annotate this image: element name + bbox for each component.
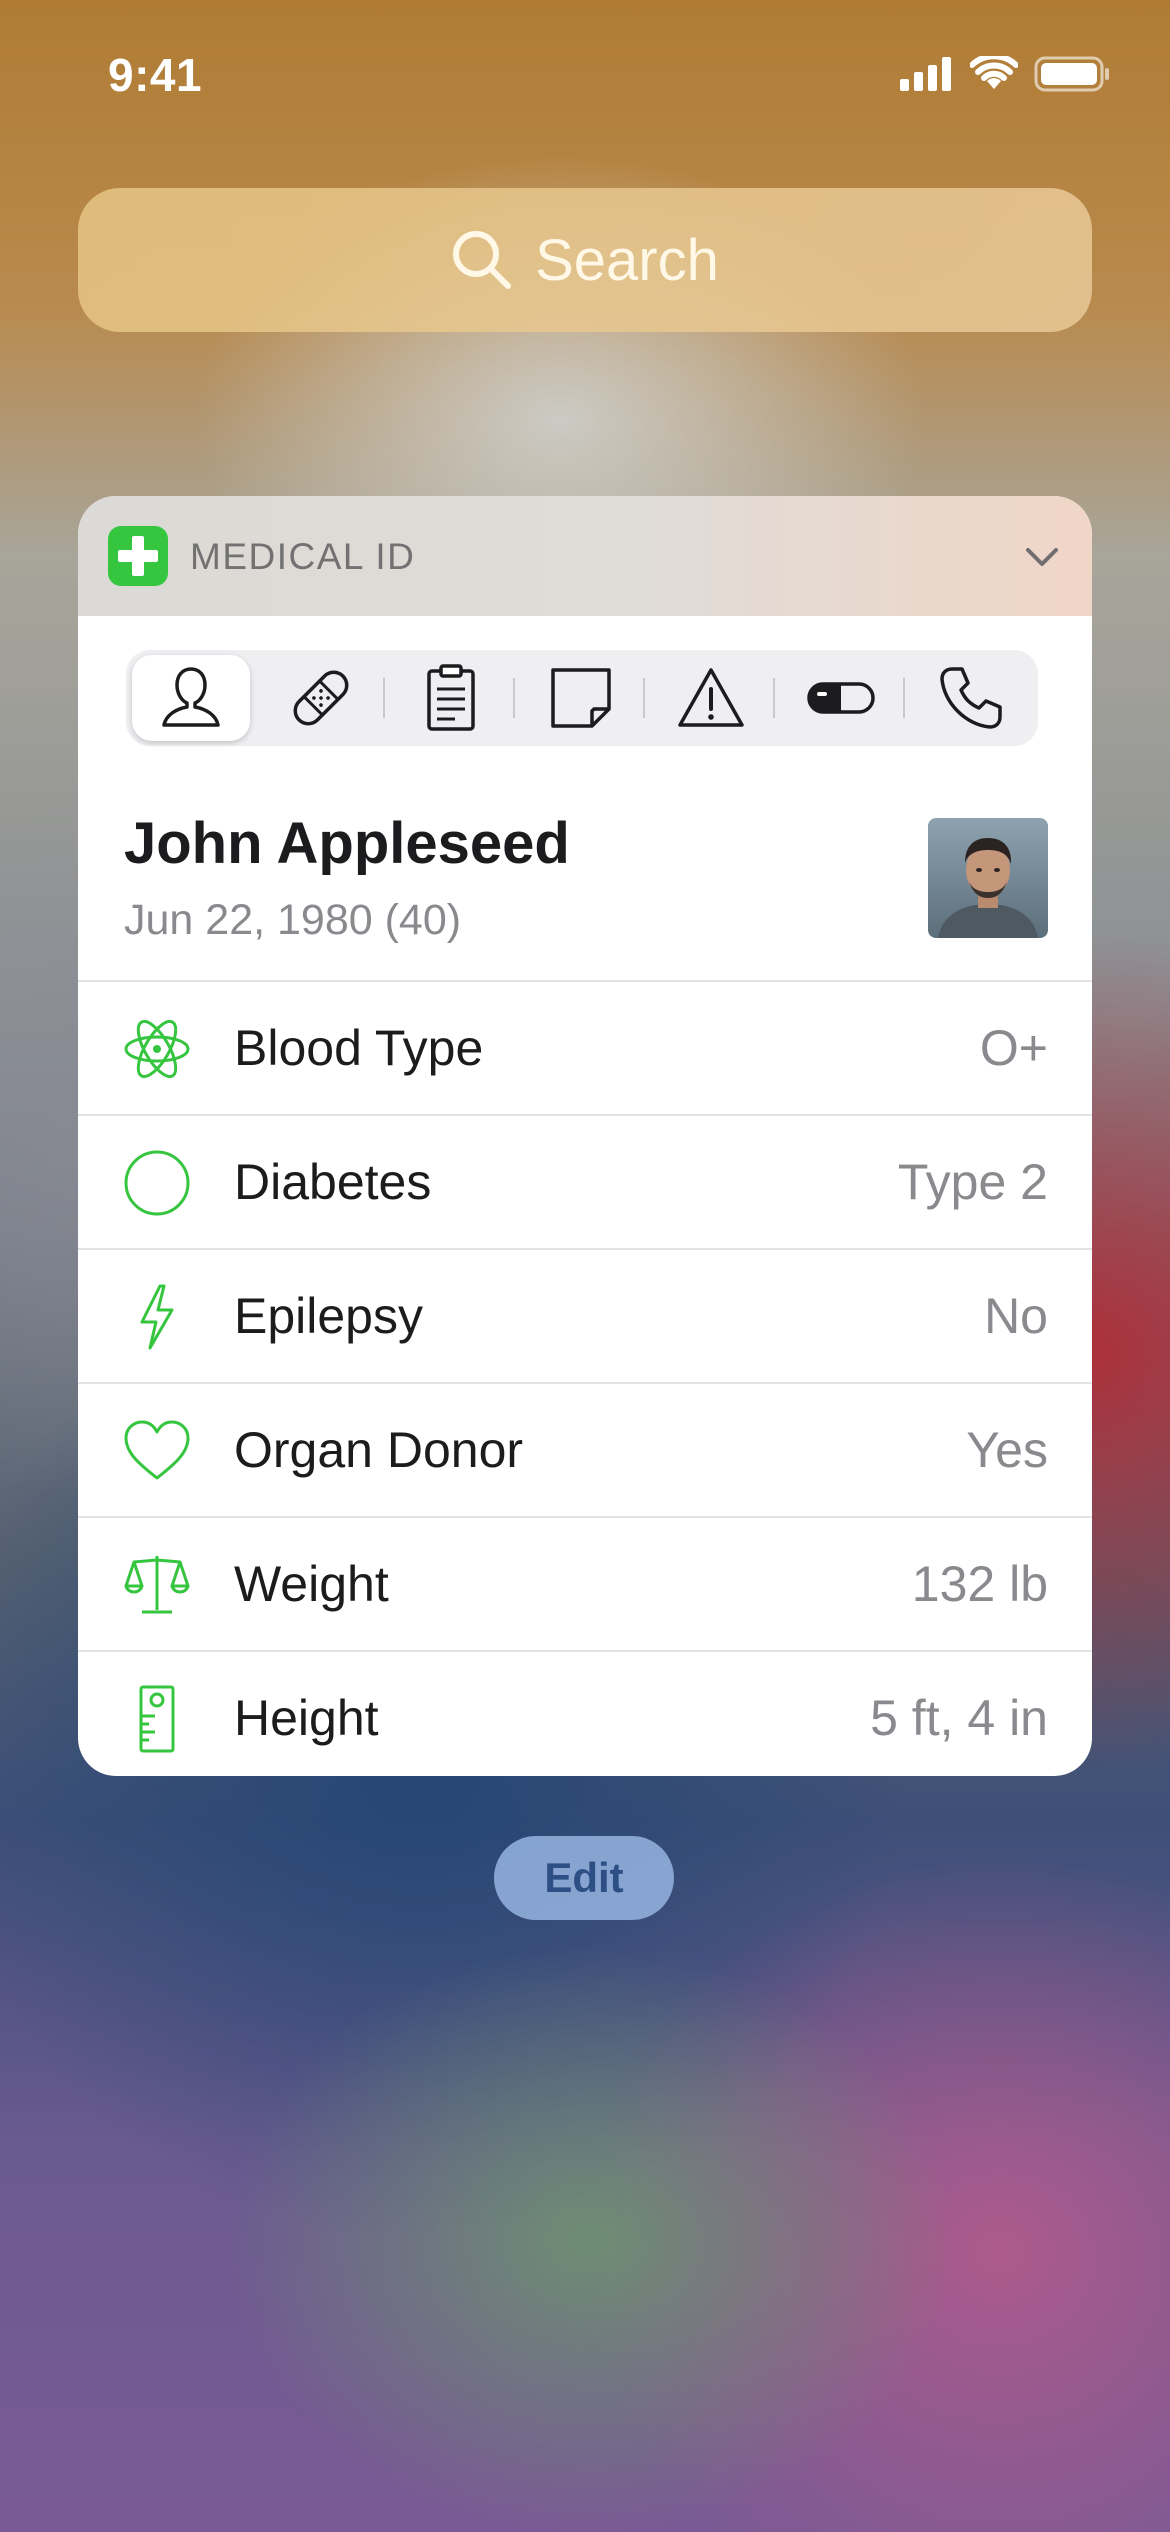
card-header[interactable]: MEDICAL ID xyxy=(78,496,1092,616)
medical-info-list: Blood Type O+ Diabetes Type 2 Epilepsy N… xyxy=(78,980,1092,1776)
tab-profile[interactable] xyxy=(132,655,250,741)
atom-icon xyxy=(122,1016,192,1082)
tab-allergies[interactable] xyxy=(652,650,770,746)
search-bar[interactable]: Search xyxy=(78,188,1092,332)
tab-emergency-contacts[interactable] xyxy=(912,650,1030,746)
tab-medications[interactable] xyxy=(782,650,900,746)
row-label: Organ Donor xyxy=(234,1422,524,1478)
tab-divider xyxy=(773,678,775,718)
warning-icon xyxy=(678,668,744,727)
row-label: Weight xyxy=(234,1556,389,1612)
chevron-down-icon[interactable] xyxy=(1024,538,1060,574)
wifi-icon xyxy=(970,56,1018,89)
lightning-icon xyxy=(122,1284,192,1350)
list-item: Epilepsy No xyxy=(78,1248,1092,1382)
person-icon xyxy=(162,667,220,727)
health-plus-icon xyxy=(108,526,168,586)
row-value: No xyxy=(984,1288,1048,1344)
profile-name: John Appleseed xyxy=(124,811,570,876)
circle-icon xyxy=(122,1150,192,1216)
status-time: 9:41 xyxy=(108,49,203,101)
profile-date-of-birth: Jun 22, 1980 (40) xyxy=(124,896,462,944)
tab-divider xyxy=(383,678,385,718)
list-item: Diabetes Type 2 xyxy=(78,1114,1092,1248)
card-header-title: MEDICAL ID xyxy=(190,536,416,577)
list-item: Organ Donor Yes xyxy=(78,1382,1092,1516)
status-icons xyxy=(900,56,1110,92)
row-value: 5 ft, 4 in xyxy=(870,1690,1048,1746)
tab-divider xyxy=(903,678,905,718)
list-item: Height 5 ft, 4 in xyxy=(78,1650,1092,1776)
medical-id-card: MEDICAL ID John Appleseed Jun 22, 1980 (… xyxy=(78,496,1092,1776)
heart-icon xyxy=(122,1418,192,1484)
row-value: 132 lb xyxy=(911,1556,1048,1612)
row-label: Diabetes xyxy=(234,1154,432,1210)
tab-divider xyxy=(513,678,515,718)
pill-icon xyxy=(807,682,875,714)
tab-conditions[interactable] xyxy=(262,650,380,746)
status-bar: 9:41 xyxy=(0,0,1170,150)
ruler-icon xyxy=(122,1685,192,1753)
bandage-icon xyxy=(293,670,349,726)
list-item: Blood Type O+ xyxy=(78,980,1092,1114)
row-value: Type 2 xyxy=(897,1154,1048,1210)
battery-icon xyxy=(1034,56,1109,92)
search-icon xyxy=(453,231,512,289)
avatar xyxy=(928,818,1048,938)
cellular-signal-icon xyxy=(900,57,951,91)
phone-icon xyxy=(940,667,1002,729)
search-placeholder: Search xyxy=(535,227,719,293)
tab-notes2[interactable] xyxy=(522,650,640,746)
row-value: O+ xyxy=(979,1020,1048,1076)
row-label: Blood Type xyxy=(234,1020,484,1076)
list-item: Weight 132 lb xyxy=(78,1516,1092,1650)
row-value: Yes xyxy=(966,1422,1048,1478)
tab-divider xyxy=(643,678,645,718)
edit-button[interactable]: Edit xyxy=(494,1836,674,1920)
section-tabs xyxy=(126,650,1038,746)
row-label: Height xyxy=(234,1690,379,1746)
scale-icon xyxy=(122,1552,192,1618)
note-icon xyxy=(551,668,611,728)
row-label: Epilepsy xyxy=(234,1288,423,1344)
clipboard-icon xyxy=(427,664,475,731)
profile-header: John Appleseed Jun 22, 1980 (40) xyxy=(78,802,1092,978)
tab-notes[interactable] xyxy=(392,650,510,746)
